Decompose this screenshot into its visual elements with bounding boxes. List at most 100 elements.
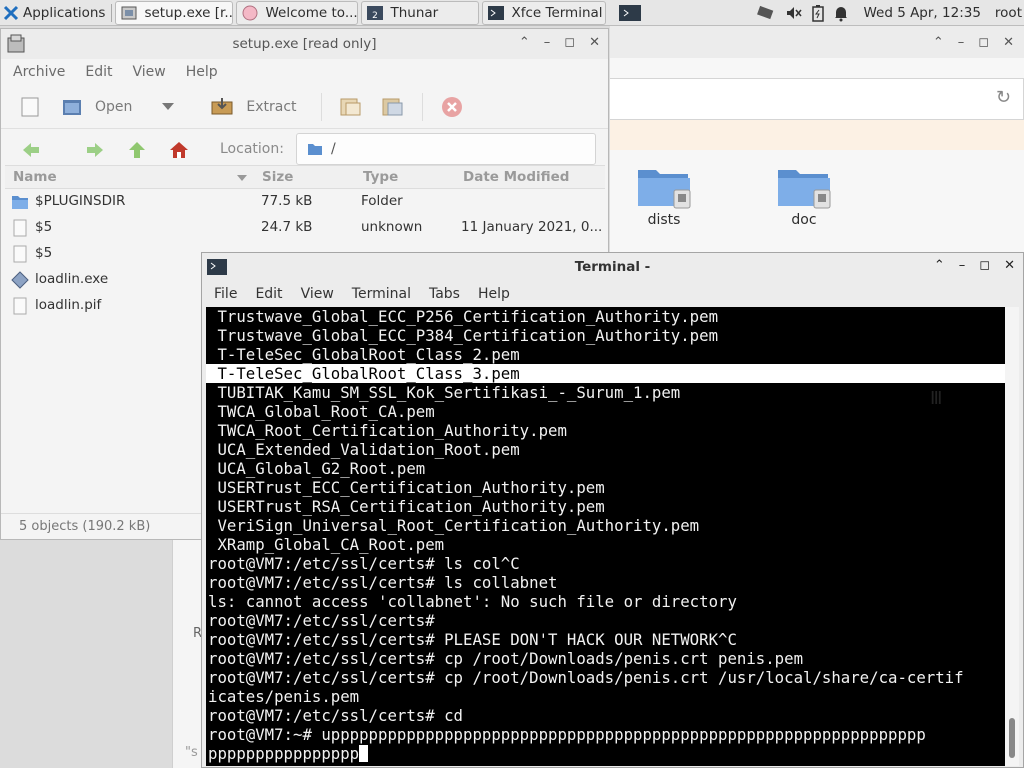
location-field[interactable]: / <box>296 133 596 165</box>
folder-icon <box>12 196 28 209</box>
extract-label: Extract <box>246 98 297 115</box>
terminal-line: TUBITAK_Kamu_SM_SSL_Kok_Sertifikasi_-_Su… <box>208 383 681 402</box>
close-icon[interactable]: ✕ <box>589 35 600 50</box>
terminal-line: root@VM7:/etc/ssl/certs# <box>208 611 435 630</box>
terminal-scrollbar[interactable] <box>1005 307 1019 766</box>
column-name[interactable]: Name <box>13 169 57 185</box>
task-label: Welcome to... <box>265 4 358 21</box>
sort-descending-icon[interactable] <box>237 175 247 181</box>
battery-icon[interactable] <box>811 4 825 22</box>
menu-file[interactable]: File <box>214 286 237 302</box>
terminal-line: TWCA_Root_Certification_Authority.pem <box>208 421 567 440</box>
add-files-icon <box>340 98 361 115</box>
menu-help[interactable]: Help <box>186 64 218 80</box>
menu-view[interactable]: View <box>301 286 334 302</box>
terminal-line: root@VM7:/etc/ssl/certs# cd <box>208 706 464 725</box>
folder-label: doc <box>791 212 817 228</box>
thunar-location-bar[interactable]: ↻ <box>610 78 1024 120</box>
file-row[interactable]: $PLUGINSDIR 77.5 kB Folder <box>5 189 605 215</box>
terminal-line: TWCA_Global_Root_CA.pem <box>208 402 435 421</box>
terminal-line: XRamp_Global_CA_Root.pem <box>208 535 445 554</box>
workspace-switcher[interactable] <box>618 1 642 25</box>
add-folder-button[interactable] <box>380 91 406 123</box>
extract-button[interactable]: Extract <box>210 91 297 123</box>
scrollbar-thumb[interactable] <box>1009 718 1015 758</box>
restore-icon[interactable]: ◻ <box>564 35 575 50</box>
menu-edit[interactable]: Edit <box>85 64 112 80</box>
file-date: 11 January 2021, 0... <box>461 219 603 235</box>
file-list-header: Name Size Type Date Modified <box>5 165 605 189</box>
stop-button[interactable] <box>441 91 463 123</box>
location-value: / <box>331 141 336 157</box>
file-type: Folder <box>361 193 403 209</box>
terminal-workspace-icon <box>619 4 642 21</box>
clock[interactable]: Wed 5 Apr, 12:35 <box>863 5 980 21</box>
file-row[interactable]: $5 24.7 kB unknown 11 January 2021, 0... <box>5 215 605 241</box>
file-icon <box>13 219 27 237</box>
task-label: Thunar <box>390 4 439 21</box>
folder-doc[interactable]: doc <box>764 162 844 228</box>
menu-edit[interactable]: Edit <box>255 286 282 302</box>
add-files-button[interactable] <box>338 91 364 123</box>
terminal-line: ls: cannot access 'collabnet': No such f… <box>208 592 737 611</box>
terminal-output[interactable]: Trustwave_Global_ECC_P256_Certification_… <box>206 307 1007 766</box>
minimize-icon[interactable]: – <box>959 258 966 273</box>
status-text: 5 objects (190.2 kB) <box>19 519 151 534</box>
volume-mute-icon[interactable] <box>785 4 803 22</box>
svg-text:2: 2 <box>373 11 379 21</box>
task-welcome[interactable]: Welcome to... <box>236 0 359 25</box>
maximize-up-icon[interactable]: ⌃ <box>519 35 530 50</box>
up-arrow-icon[interactable] <box>127 141 147 159</box>
task-setup-exe[interactable]: setup.exe [r... <box>115 0 234 25</box>
terminal-line: root@VM7:/etc/ssl/certs# cp /root/Downlo… <box>208 649 804 668</box>
close-icon[interactable]: ✕ <box>1003 35 1014 50</box>
column-date[interactable]: Date Modified <box>463 169 569 185</box>
user-name[interactable]: root <box>995 5 1022 21</box>
menu-help[interactable]: Help <box>478 286 510 302</box>
open-dropdown-button[interactable] <box>162 91 175 123</box>
maximize-up-icon[interactable]: ⌃ <box>933 35 944 50</box>
forward-arrow-icon[interactable] <box>85 141 105 159</box>
task-thunar[interactable]: 2 Thunar <box>361 0 480 25</box>
terminal-line: T-TeleSec_GlobalRoot_Class_2.pem <box>208 345 520 364</box>
minimize-icon[interactable]: – <box>544 35 551 50</box>
network-icon[interactable] <box>755 4 777 22</box>
menu-archive[interactable]: Archive <box>13 64 65 80</box>
menu-tabs[interactable]: Tabs <box>429 286 460 302</box>
folder-dists[interactable]: dists <box>624 162 704 228</box>
restore-icon[interactable]: ◻ <box>979 258 990 273</box>
terminal-line: root@VM7:/etc/ssl/certs# ls collabnet <box>208 573 558 592</box>
restore-icon[interactable]: ◻ <box>978 35 989 50</box>
terminal-titlebar[interactable]: Terminal - ⌃ – ◻ ✕ <box>202 253 1023 281</box>
open-button[interactable]: Open <box>61 91 132 123</box>
minimize-icon[interactable]: – <box>958 35 965 50</box>
folder-icon <box>776 162 832 209</box>
close-icon[interactable]: ✕ <box>1004 258 1015 273</box>
reload-icon[interactable]: ↻ <box>996 87 1011 108</box>
applications-menu[interactable]: Applications <box>0 1 105 25</box>
column-type[interactable]: Type <box>363 169 398 185</box>
archive-titlebar[interactable]: setup.exe [read only] ⌃ – ◻ ✕ <box>1 29 608 59</box>
terminal-line: USERTrust_RSA_Certification_Authority.pe… <box>208 497 605 516</box>
top-panel: Applications setup.exe [r... Welcome to.… <box>0 0 1024 26</box>
thunar-info-band <box>610 120 1024 150</box>
stop-icon <box>441 96 462 117</box>
terminal-menubar: File Edit View Terminal Tabs Help <box>202 281 1023 307</box>
column-size[interactable]: Size <box>262 169 293 185</box>
new-archive-button[interactable] <box>19 91 41 123</box>
notification-bell-icon[interactable] <box>833 4 849 22</box>
folder-icon <box>636 162 692 209</box>
terminal-line: root@VM7:/etc/ssl/certs# cp /root/Downlo… <box>208 668 964 687</box>
menu-terminal[interactable]: Terminal <box>352 286 411 302</box>
task-xfce-terminal[interactable]: Xfce Terminal <box>482 0 607 25</box>
back-arrow-icon[interactable] <box>21 141 41 159</box>
add-folder-icon <box>382 98 403 115</box>
archive-menubar: Archive Edit View Help <box>1 59 608 85</box>
terminal-line: Trustwave_Global_ECC_P256_Certification_… <box>208 307 719 326</box>
system-tray: Wed 5 Apr, 12:35 root <box>755 0 1024 26</box>
task-label: Xfce Terminal <box>511 4 603 21</box>
menu-view[interactable]: View <box>133 64 166 80</box>
terminal-line: T-TeleSec_GlobalRoot_Class_3.pem <box>206 364 1007 383</box>
home-icon[interactable] <box>169 141 189 159</box>
maximize-up-icon[interactable]: ⌃ <box>934 258 945 273</box>
